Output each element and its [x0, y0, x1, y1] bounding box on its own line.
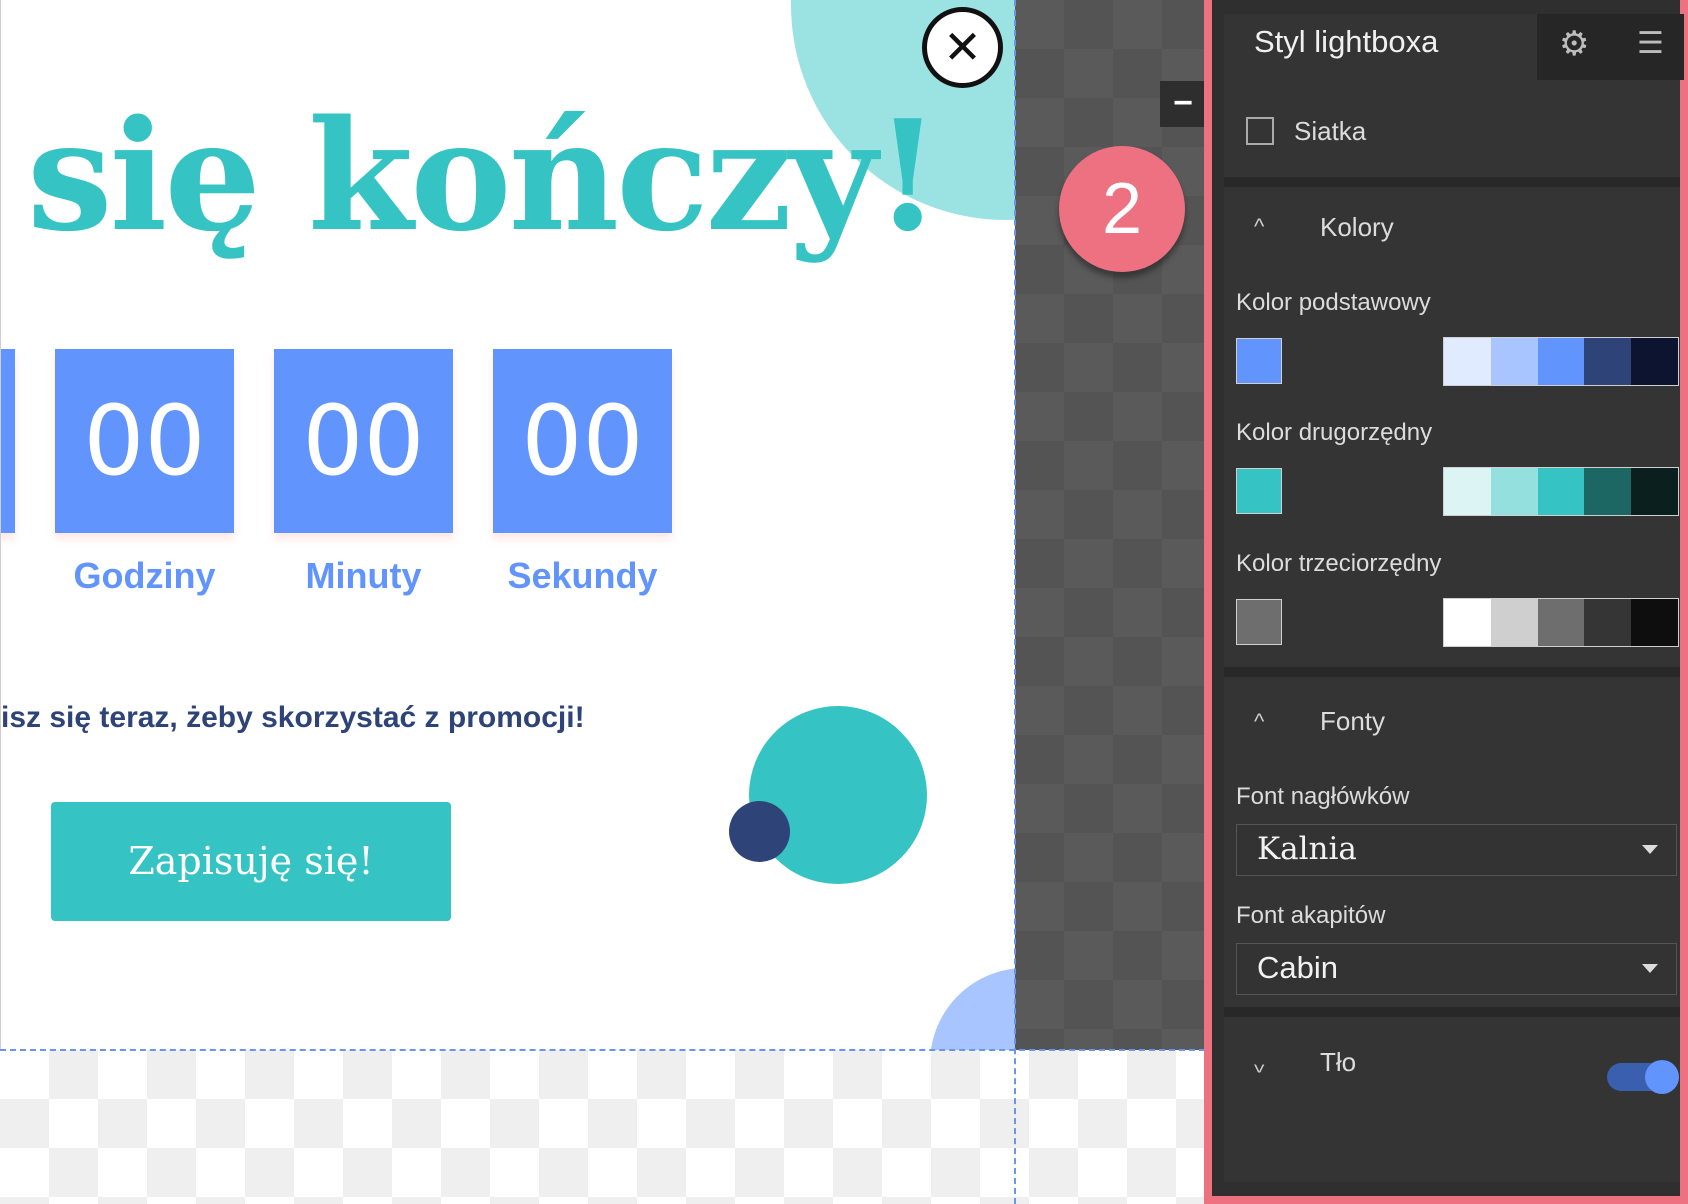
- step-badge: 2: [1059, 146, 1185, 272]
- style-panel-body: Styl lightboxa ⚙ ☰ Siatka ^ Kolory Kolor…: [1224, 14, 1684, 1182]
- heading-font-select[interactable]: Kalnia: [1236, 824, 1677, 876]
- palette-shade[interactable]: [1631, 599, 1678, 646]
- transparent-area: [0, 1050, 1205, 1204]
- toggle-knob: [1645, 1060, 1679, 1094]
- palette-shade[interactable]: [1490, 338, 1538, 385]
- heading-font-value: Kalnia: [1257, 831, 1357, 867]
- dropdown-arrow-icon: [1642, 964, 1658, 973]
- chevron-up-icon[interactable]: ^: [1254, 709, 1264, 735]
- secondary-color-label: Kolor drugorzędny: [1236, 419, 1433, 446]
- colors-section-title[interactable]: Kolory: [1320, 212, 1394, 243]
- palette-shade[interactable]: [1537, 338, 1585, 385]
- heading-font-label: Font nagłówków: [1236, 783, 1410, 810]
- dropdown-arrow-icon: [1642, 845, 1658, 854]
- divider: [1224, 1007, 1680, 1017]
- palette-shade[interactable]: [1584, 338, 1632, 385]
- palette-shade[interactable]: [1537, 468, 1585, 515]
- background-section-title[interactable]: Tło: [1320, 1047, 1356, 1078]
- palette-shade[interactable]: [1444, 338, 1491, 385]
- lightbox-headline[interactable]: się kończy!: [27, 100, 941, 252]
- primary-color-swatch[interactable]: [1236, 338, 1282, 384]
- tertiary-color-label: Kolor trzeciorzędny: [1236, 550, 1442, 577]
- secondary-color-swatch[interactable]: [1236, 468, 1282, 514]
- tertiary-color-palette[interactable]: [1443, 598, 1679, 647]
- divider: [1224, 177, 1680, 187]
- grid-checkbox[interactable]: [1246, 117, 1274, 145]
- decor-circle-blue-bottom: [930, 968, 1015, 1050]
- tertiary-color-swatch[interactable]: [1236, 599, 1282, 645]
- decor-circle-navy-small: [729, 801, 790, 862]
- paragraph-font-select[interactable]: Cabin: [1236, 943, 1677, 995]
- countdown-box-partial: [1, 349, 15, 533]
- gear-icon[interactable]: ⚙: [1559, 24, 1589, 64]
- collapse-minus-button[interactable]: −: [1160, 81, 1206, 127]
- background-toggle[interactable]: [1607, 1060, 1679, 1094]
- promo-text[interactable]: isz się teraz, żeby skorzystać z promocj…: [1, 701, 585, 735]
- palette-shade[interactable]: [1584, 468, 1632, 515]
- palette-shade[interactable]: [1490, 599, 1538, 646]
- paragraph-font-label: Font akapitów: [1236, 902, 1386, 929]
- palette-shade[interactable]: [1584, 599, 1632, 646]
- divider: [1224, 667, 1680, 677]
- lightbox-canvas[interactable]: się kończy! 00 00 00 Godziny Minuty Seku…: [0, 0, 1015, 1050]
- primary-color-palette[interactable]: [1443, 337, 1679, 386]
- guide-line-vertical: [1014, 0, 1016, 1204]
- grid-label[interactable]: Siatka: [1294, 116, 1366, 147]
- palette-shade[interactable]: [1537, 599, 1585, 646]
- countdown-hours-label: Godziny: [73, 555, 216, 596]
- chevron-down-icon[interactable]: ^: [1254, 1051, 1264, 1077]
- list-icon[interactable]: ☰: [1637, 26, 1664, 61]
- signup-button[interactable]: Zapisuję się!: [51, 802, 451, 921]
- style-panel: Styl lightboxa ⚙ ☰ Siatka ^ Kolory Kolor…: [1204, 0, 1688, 1204]
- palette-shade[interactable]: [1444, 468, 1491, 515]
- countdown-seconds-label: Sekundy: [507, 555, 658, 596]
- countdown-hours-box[interactable]: 00: [55, 349, 234, 533]
- palette-shade[interactable]: [1631, 468, 1678, 515]
- fonts-section-title[interactable]: Fonty: [1320, 706, 1385, 737]
- palette-shade[interactable]: [1490, 468, 1538, 515]
- palette-shade[interactable]: [1631, 338, 1678, 385]
- close-icon[interactable]: ✕: [922, 7, 1003, 88]
- countdown-minutes-box[interactable]: 00: [274, 349, 453, 533]
- primary-color-label: Kolor podstawowy: [1236, 289, 1431, 316]
- guide-line-horizontal: [0, 1049, 1205, 1051]
- panel-title: Styl lightboxa: [1254, 24, 1439, 59]
- paragraph-font-value: Cabin: [1257, 950, 1338, 985]
- chevron-up-icon[interactable]: ^: [1254, 214, 1264, 240]
- palette-shade[interactable]: [1444, 599, 1491, 646]
- countdown-minutes-label: Minuty: [305, 555, 422, 596]
- panel-tabs: ⚙ ☰: [1537, 14, 1684, 80]
- countdown-seconds-box[interactable]: 00: [493, 349, 672, 533]
- secondary-color-palette[interactable]: [1443, 467, 1679, 516]
